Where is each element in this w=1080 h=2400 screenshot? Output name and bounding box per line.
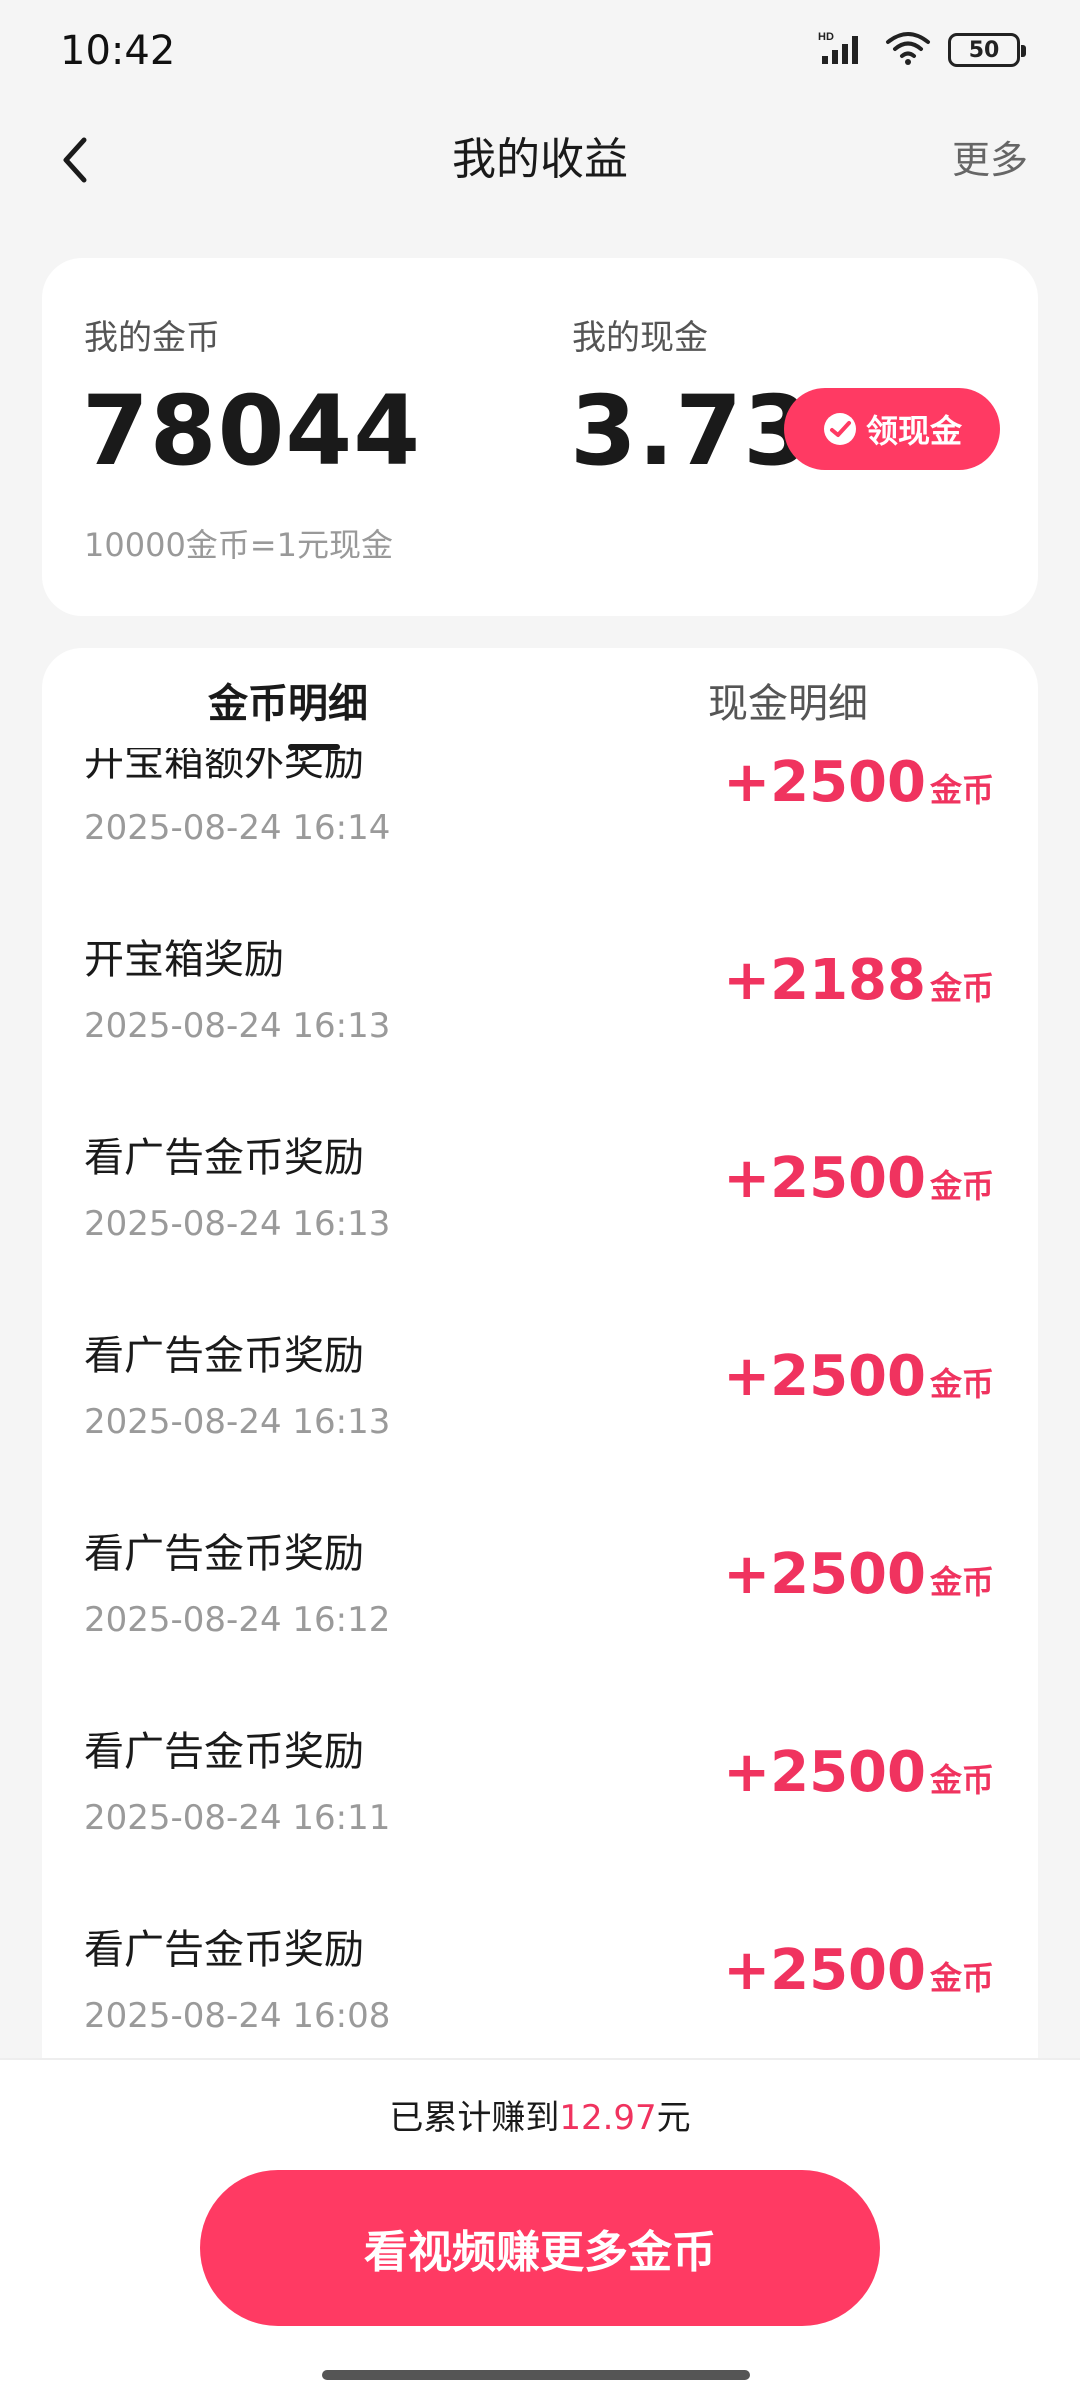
wifi-icon [884, 30, 932, 70]
record-title: 开宝箱额外奖励 [84, 748, 364, 785]
amount-value: +2500 [723, 1146, 926, 1211]
record-title: 看广告金币奖励 [84, 1333, 364, 1379]
record-title: 开宝箱奖励 [84, 937, 284, 983]
record-amount: +2500 金币 [723, 1938, 994, 2003]
record-time: 2025-08-24 16:08 [84, 1996, 391, 2036]
records-list-content: 开宝箱额外奖励 2025-08-24 16:14 +2500 金币 开宝箱奖励 … [42, 748, 1038, 2058]
coin-balance: 78044 [82, 375, 421, 487]
amount-unit: 金币 [929, 771, 994, 809]
record-amount: +2500 金币 [723, 1146, 994, 1211]
record-time: 2025-08-24 16:12 [84, 1600, 391, 1640]
record-amount: +2500 金币 [723, 1740, 994, 1805]
network-label: HD [818, 31, 834, 43]
record-amount: +2500 金币 [723, 1542, 994, 1607]
tab-cash-details[interactable]: 现金明细 [708, 676, 868, 732]
record-amount: +2500 金币 [723, 750, 994, 815]
amount-value: +2500 [723, 1938, 926, 2003]
watch-video-earn-button[interactable]: 看视频赚更多金币 [200, 2170, 880, 2326]
list-item: 看广告金币奖励 2025-08-24 16:13 +2500 金币 [42, 1298, 1038, 1496]
record-time: 2025-08-24 16:14 [84, 808, 391, 848]
wechat-icon [823, 413, 856, 445]
amount-value: +2500 [723, 1542, 926, 1607]
total-earned: 已累计赚到12.97元 [0, 2094, 1080, 2142]
list-item: 开宝箱奖励 2025-08-24 16:13 +2188 金币 [42, 902, 1038, 1100]
more-button[interactable]: 更多 [952, 124, 1028, 196]
record-title: 看广告金币奖励 [84, 1531, 364, 1577]
list-item: 看广告金币奖励 2025-08-24 16:08 +2500 金币 [42, 1892, 1038, 2058]
detail-tabs: 金币明细 现金明细 [42, 648, 1038, 758]
record-amount: +2500 金币 [723, 1344, 994, 1409]
amount-value: +2500 [723, 1740, 926, 1805]
status-bar: 10:42 HD 50 [0, 0, 1080, 110]
list-item: 开宝箱额外奖励 2025-08-24 16:14 +2500 金币 [42, 748, 1038, 902]
status-time: 10:42 [60, 28, 176, 74]
earnings-summary-card: 我的金币 78044 我的现金 3.73 领现金 10000金币=1元现金 [42, 258, 1038, 616]
amount-unit: 金币 [929, 969, 994, 1007]
record-title: 看广告金币奖励 [84, 1729, 364, 1775]
list-item: 看广告金币奖励 2025-08-24 16:12 +2500 金币 [42, 1496, 1038, 1694]
amount-unit: 金币 [929, 1167, 994, 1205]
amount-value: +2500 [723, 750, 926, 815]
amount-value: +2188 [723, 948, 926, 1013]
cash-label: 我的现金 [572, 318, 708, 358]
records-list[interactable]: 开宝箱额外奖励 2025-08-24 16:14 +2500 金币 开宝箱奖励 … [42, 748, 1038, 2058]
tab-coin-details[interactable]: 金币明细 [208, 676, 368, 732]
amount-unit: 金币 [929, 1563, 994, 1601]
record-time: 2025-08-24 16:13 [84, 1204, 391, 1244]
withdraw-cash-button[interactable]: 领现金 [784, 388, 1000, 470]
detail-card: 金币明细 现金明细 开宝箱额外奖励 2025-08-24 16:14 +2500… [42, 648, 1038, 2058]
list-item: 看广告金币奖励 2025-08-24 16:13 +2500 金币 [42, 1100, 1038, 1298]
amount-unit: 金币 [929, 1959, 994, 1997]
total-prefix: 已累计赚到 [389, 2098, 560, 2138]
total-suffix: 元 [656, 2098, 691, 2138]
record-time: 2025-08-24 16:13 [84, 1402, 391, 1442]
home-indicator[interactable] [322, 2370, 750, 2380]
back-button[interactable] [40, 124, 112, 196]
record-time: 2025-08-24 16:11 [84, 1798, 391, 1838]
chevron-left-icon [63, 137, 87, 183]
record-title: 看广告金币奖励 [84, 1927, 364, 1973]
exchange-rate-text: 10000金币=1元现金 [84, 526, 393, 564]
cash-balance: 3.73 [570, 375, 811, 487]
withdraw-label: 领现金 [865, 412, 962, 450]
bottom-bar: 已累计赚到12.97元 看视频赚更多金币 [0, 2058, 1080, 2400]
nav-bar: 我的收益 更多 [0, 110, 1080, 230]
record-title: 看广告金币奖励 [84, 1135, 364, 1181]
record-time: 2025-08-24 16:13 [84, 1006, 391, 1046]
amount-unit: 金币 [929, 1761, 994, 1799]
list-item: 看广告金币奖励 2025-08-24 16:11 +2500 金币 [42, 1694, 1038, 1892]
record-amount: +2188 金币 [723, 948, 994, 1013]
amount-unit: 金币 [929, 1365, 994, 1403]
page-title: 我的收益 [452, 134, 628, 185]
amount-value: +2500 [723, 1344, 926, 1409]
signal-icon: HD [818, 30, 868, 70]
total-amount: 12.97 [559, 2098, 657, 2138]
coin-label: 我的金币 [84, 318, 220, 358]
status-icons: HD 50 [818, 30, 1026, 70]
battery-icon: 50 [948, 33, 1026, 67]
